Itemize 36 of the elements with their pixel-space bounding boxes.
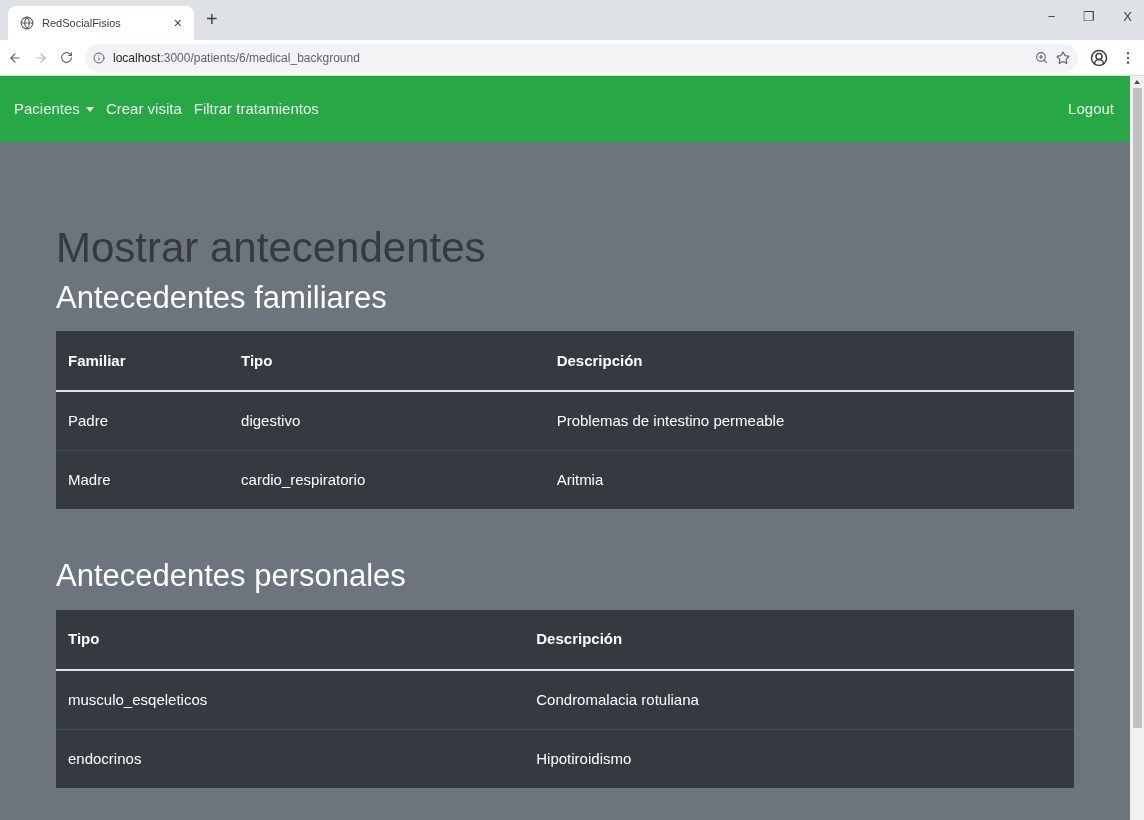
close-button[interactable]: × <box>173 12 182 34</box>
page-title: Mostrar antecendentes <box>56 223 487 273</box>
star-icon[interactable] <box>1056 50 1070 65</box>
table-cell: Padre <box>56 391 230 451</box>
table-cell: Condromalacia rotuliana <box>524 670 1074 729</box>
table-cell: cardio_respiratorio <box>229 450 545 510</box>
table-cell: digestivo <box>229 391 545 451</box>
column-header: Familiar <box>56 331 230 392</box>
scroll-up-icon[interactable] <box>1134 80 1140 84</box>
column-header: Descripción <box>524 610 1074 670</box>
table-cell: endocrinos <box>56 729 525 788</box>
close-window-button[interactable]: X <box>1123 7 1132 27</box>
table-cell: musculo_esqeleticos <box>56 670 525 729</box>
caret-icon <box>85 106 94 112</box>
table-cell: Aritmia <box>544 450 1074 510</box>
address-bar[interactable]: localhost:3000/patients/6/medical_background <box>85 43 1078 72</box>
browser-tab[interactable]: RedSocialFisios × <box>8 6 194 40</box>
zoom-icon[interactable] <box>1035 51 1048 64</box>
reload-icon[interactable] <box>60 51 73 64</box>
globe-icon <box>20 16 34 30</box>
tab-title: RedSocialFisios <box>42 15 122 31</box>
table-cell: Madre <box>56 450 230 510</box>
section-title: Antecedentes personales <box>56 557 407 596</box>
column-header: Tipo <box>229 331 545 392</box>
table-cell: Problemas de intestino permeable <box>544 391 1074 451</box>
url-text: localhost:3000/patients/6/medical_background <box>113 49 361 67</box>
table-cell: Hipotiroidismo <box>524 729 1074 788</box>
new-tab-button[interactable]: + <box>206 4 218 34</box>
profile-icon[interactable] <box>1090 48 1108 67</box>
column-header: Tipo <box>56 610 525 670</box>
section-title: Antecedentes familiares <box>56 278 388 317</box>
info-icon <box>93 51 105 64</box>
minimize-button[interactable]: − <box>1047 7 1056 27</box>
column-header: Descripción <box>544 331 1074 392</box>
maximize-button[interactable]: ❐ <box>1083 7 1096 27</box>
back-icon[interactable] <box>8 50 22 65</box>
